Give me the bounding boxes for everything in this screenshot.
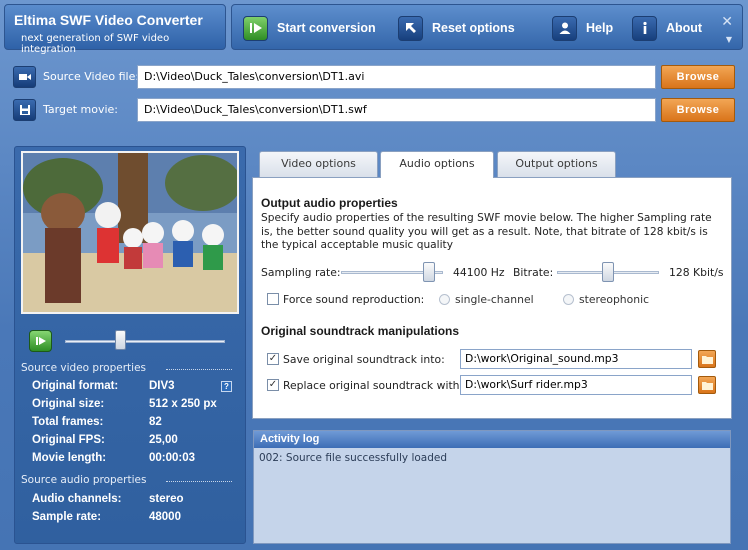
dotted-divider	[166, 481, 232, 482]
tab-video-options[interactable]: Video options	[259, 151, 378, 177]
video-properties-title: Source video properties	[21, 362, 147, 374]
about-label: About	[666, 21, 703, 35]
target-movie-input[interactable]: D:\Video\Duck_Tales\conversion\DT1.swf	[137, 98, 656, 122]
replace-soundtrack-checkbox[interactable]: ✓	[267, 379, 279, 391]
save-soundtrack-folder-button[interactable]	[698, 350, 716, 368]
reset-options-label: Reset options	[432, 21, 515, 35]
about-button[interactable]: About	[632, 14, 702, 42]
save-soundtrack-path-input[interactable]: D:\work\Original_sound.mp3	[460, 349, 692, 369]
property-row: Original format: DIV3?	[32, 380, 237, 396]
target-browse-button[interactable]: Browse	[661, 98, 735, 122]
log-line: 002: Source file successfully loaded	[259, 452, 448, 464]
video-properties-header: Source video properties	[21, 362, 232, 374]
seek-slider[interactable]	[65, 340, 225, 343]
property-row: Movie length: 00:00:03	[32, 452, 237, 468]
replace-soundtrack-folder-button[interactable]	[698, 376, 716, 394]
reset-icon	[398, 15, 423, 41]
property-row: Original FPS: 25,00	[32, 434, 237, 450]
audio-options-panel: Output audio properties Specify audio pr…	[252, 177, 732, 419]
force-sound-checkbox[interactable]	[267, 293, 279, 305]
help-label: Help	[586, 21, 614, 35]
start-conversion-button[interactable]: Start conversion	[243, 14, 376, 42]
save-soundtrack-label: Save original soundtrack into:	[283, 353, 445, 366]
property-row: Sample rate: 48000	[32, 511, 237, 527]
bitrate-label: Bitrate:	[513, 266, 554, 279]
start-conversion-label: Start conversion	[277, 21, 376, 35]
main-toolbar: Start conversion Reset options Help Abou…	[231, 4, 743, 50]
property-value: 512 x 250 px	[149, 398, 217, 410]
property-key: Movie length:	[32, 452, 107, 464]
output-audio-description: Specify audio properties of the resultin…	[261, 212, 712, 251]
help-icon[interactable]: ?	[221, 381, 232, 392]
video-preview	[21, 151, 239, 314]
sampling-rate-value: 44100 Hz	[453, 266, 505, 279]
close-icon[interactable]: ✕	[721, 15, 733, 29]
property-key: Original FPS:	[32, 434, 105, 446]
folder-icon	[701, 381, 713, 390]
source-file-label: Source Video file:	[43, 70, 140, 83]
bitrate-thumb[interactable]	[602, 262, 614, 282]
save-soundtrack-checkbox[interactable]: ✓	[267, 353, 279, 365]
property-value: 82	[149, 416, 162, 428]
info-icon	[632, 15, 657, 41]
property-key: Sample rate:	[32, 511, 102, 523]
audio-properties-header: Source audio properties	[21, 474, 232, 486]
force-sound-label: Force sound reproduction:	[283, 293, 425, 306]
folder-icon	[701, 355, 713, 364]
stereophonic-label: stereophonic	[579, 293, 650, 306]
target-movie-row: Target movie: D:\Video\Duck_Tales\conver…	[13, 98, 735, 122]
preview-panel: Source video properties Original format:…	[14, 146, 246, 544]
property-key: Original format:	[32, 380, 119, 392]
app-title: Eltima SWF Video Converter	[14, 12, 203, 28]
property-key: Original size:	[32, 398, 105, 410]
soundtrack-manipulations-title: Original soundtrack manipulations	[261, 324, 460, 338]
single-channel-radio[interactable]	[439, 294, 450, 305]
property-value: DIV3	[149, 380, 175, 392]
tab-audio-options[interactable]: Audio options	[380, 151, 494, 178]
source-file-row: Source Video file: D:\Video\Duck_Tales\c…	[13, 65, 735, 89]
video-camera-icon	[13, 66, 36, 88]
bitrate-value: 128 Kbit/s	[669, 266, 724, 279]
replace-soundtrack-label: Replace original soundtrack with:	[283, 379, 464, 392]
property-value: stereo	[149, 493, 184, 505]
user-help-icon	[552, 15, 577, 41]
stereophonic-radio[interactable]	[563, 294, 574, 305]
property-value: 00:00:03	[149, 452, 196, 464]
source-file-input[interactable]: D:\Video\Duck_Tales\conversion\DT1.avi	[137, 65, 656, 89]
property-row: Audio channels: stereo	[32, 493, 237, 509]
replace-soundtrack-path-input[interactable]: D:\work\Surf rider.mp3	[460, 375, 692, 395]
seek-slider-thumb[interactable]	[115, 330, 126, 350]
dotted-divider	[166, 369, 232, 370]
activity-log: Activity log 002: Source file successful…	[253, 430, 731, 544]
audio-properties-title: Source audio properties	[21, 474, 147, 486]
save-disk-icon	[13, 99, 36, 121]
property-row: Original size: 512 x 250 px	[32, 398, 237, 414]
app-subtitle: next generation of SWF video integration	[21, 33, 170, 55]
app-window: Eltima SWF Video Converter next generati…	[0, 0, 748, 550]
chevron-down-icon[interactable]: ▼	[726, 35, 732, 44]
property-key: Total frames:	[32, 416, 104, 428]
single-channel-label: single-channel	[455, 293, 534, 306]
sampling-rate-thumb[interactable]	[422, 262, 435, 282]
tab-output-options[interactable]: Output options	[497, 151, 616, 177]
output-audio-title: Output audio properties	[261, 196, 398, 210]
activity-log-title: Activity log	[254, 431, 730, 448]
property-value: 48000	[149, 511, 181, 523]
sampling-rate-label: Sampling rate:	[261, 266, 341, 279]
property-row: Total frames: 82	[32, 416, 237, 432]
start-icon	[243, 15, 268, 41]
target-movie-label: Target movie:	[43, 103, 119, 116]
source-browse-button[interactable]: Browse	[661, 65, 735, 89]
play-button[interactable]	[29, 330, 52, 352]
reset-options-button[interactable]: Reset options	[398, 14, 515, 42]
brand-block: Eltima SWF Video Converter next generati…	[4, 4, 226, 55]
help-button[interactable]: Help	[552, 14, 613, 42]
property-key: Audio channels:	[32, 493, 122, 505]
property-value: 25,00	[149, 434, 178, 446]
